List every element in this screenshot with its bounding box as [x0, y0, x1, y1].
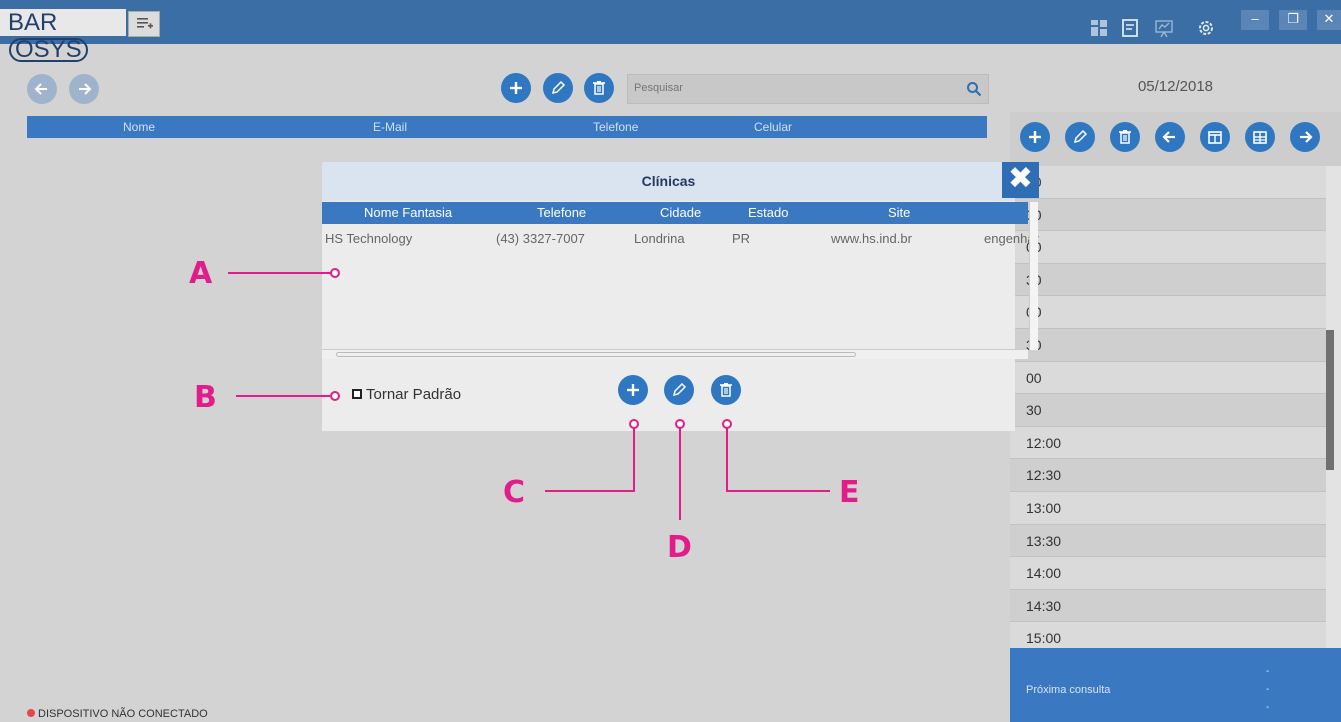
- annotation-label: E: [839, 475, 860, 510]
- annotation-label: A: [189, 256, 213, 291]
- annotation-label: C: [503, 475, 526, 510]
- annotation-label: D: [667, 530, 692, 565]
- annotation-label: B: [194, 380, 217, 415]
- annotation-lines: [228, 268, 830, 520]
